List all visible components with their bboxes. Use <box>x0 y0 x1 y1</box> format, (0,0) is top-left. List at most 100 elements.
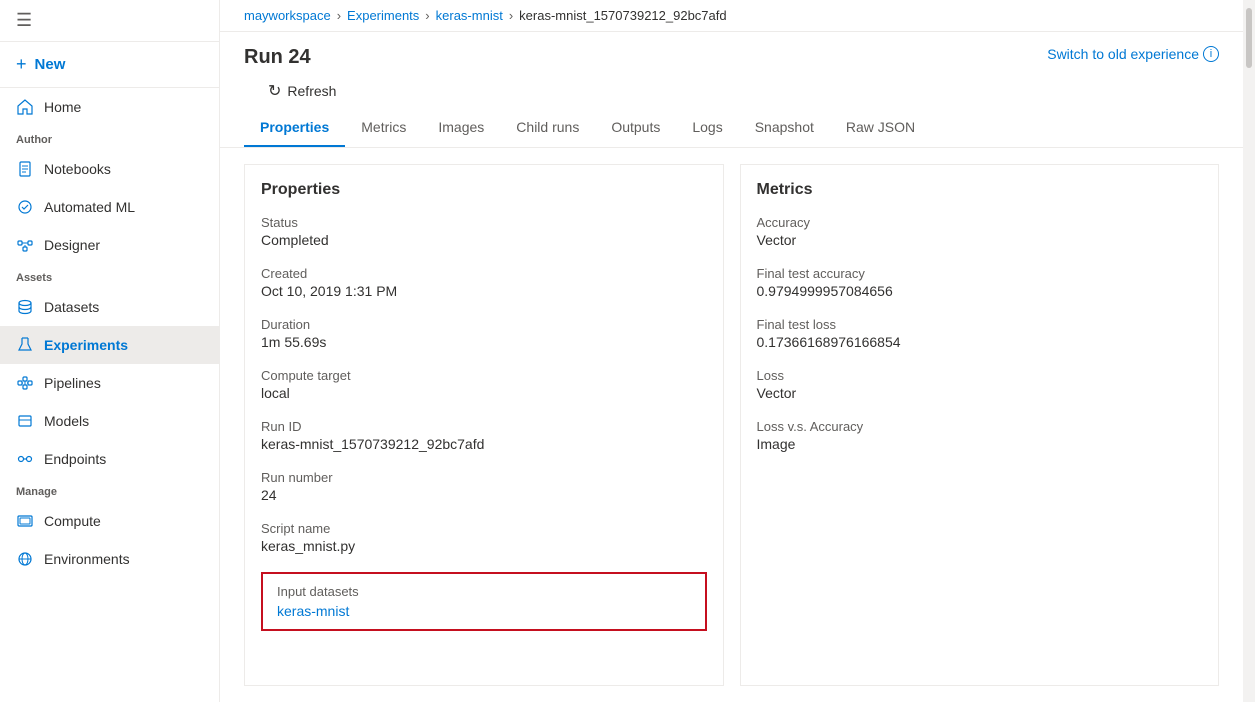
breadcrumb-sep-3: › <box>509 8 513 23</box>
refresh-button[interactable]: ↻ Refresh <box>244 75 360 107</box>
prop-duration-value: 1m 55.69s <box>261 334 707 350</box>
sidebar-item-datasets-label: Datasets <box>44 299 99 315</box>
models-icon <box>16 412 34 430</box>
prop-run-id: Run ID keras-mnist_1570739212_92bc7afd <box>261 419 707 452</box>
refresh-icon: ↻ <box>268 81 281 101</box>
metric-final-test-loss-value: 0.17366168976166854 <box>757 334 1203 350</box>
breadcrumb-sep-2: › <box>425 8 429 23</box>
tab-child-runs[interactable]: Child runs <box>500 109 595 147</box>
prop-run-number-value: 24 <box>261 487 707 503</box>
scrollbar-thumb <box>1246 8 1252 68</box>
metric-final-test-loss: Final test loss 0.17366168976166854 <box>757 317 1203 350</box>
tab-metrics[interactable]: Metrics <box>345 109 422 147</box>
prop-run-number-label: Run number <box>261 470 707 485</box>
prop-status-value: Completed <box>261 232 707 248</box>
sidebar-item-endpoints-label: Endpoints <box>44 451 106 467</box>
metric-final-test-accuracy: Final test accuracy 0.9794999957084656 <box>757 266 1203 299</box>
switch-experience-link[interactable]: Switch to old experience i <box>1047 46 1219 62</box>
plus-icon: + <box>16 54 27 75</box>
sidebar-item-designer-label: Designer <box>44 237 100 253</box>
sidebar-item-models[interactable]: Models <box>0 402 219 440</box>
sidebar-item-home-label: Home <box>44 99 81 115</box>
pipelines-icon <box>16 374 34 392</box>
input-datasets-box: Input datasets keras-mnist <box>261 572 707 631</box>
automated-ml-icon <box>16 198 34 216</box>
endpoints-icon <box>16 450 34 468</box>
breadcrumb-sep-1: › <box>337 8 341 23</box>
prop-created-label: Created <box>261 266 707 281</box>
metric-final-test-accuracy-label: Final test accuracy <box>757 266 1203 281</box>
datasets-icon <box>16 298 34 316</box>
sidebar-item-models-label: Models <box>44 413 89 429</box>
sidebar-item-notebooks-label: Notebooks <box>44 161 111 177</box>
metric-loss-vs-accuracy: Loss v.s. Accuracy Image <box>757 419 1203 452</box>
sidebar-item-compute[interactable]: Compute <box>0 502 219 540</box>
input-datasets-link[interactable]: keras-mnist <box>277 603 349 619</box>
sidebar-item-experiments-label: Experiments <box>44 337 128 353</box>
tab-images[interactable]: Images <box>422 109 500 147</box>
sidebar-item-notebooks[interactable]: Notebooks <box>0 150 219 188</box>
sidebar-toggle[interactable]: ☰ <box>0 0 219 42</box>
author-section-label: Author <box>0 126 219 150</box>
sidebar-item-designer[interactable]: Designer <box>0 226 219 264</box>
tab-logs[interactable]: Logs <box>676 109 738 147</box>
prop-script-name-value: keras_mnist.py <box>261 538 707 554</box>
tab-outputs[interactable]: Outputs <box>595 109 676 147</box>
sidebar-item-pipelines[interactable]: Pipelines <box>0 364 219 402</box>
sidebar-item-automated-ml[interactable]: Automated ML <box>0 188 219 226</box>
switch-experience-label: Switch to old experience <box>1047 46 1199 62</box>
prop-run-id-label: Run ID <box>261 419 707 434</box>
compute-icon <box>16 512 34 530</box>
sidebar-item-experiments[interactable]: Experiments <box>0 326 219 364</box>
metric-loss: Loss Vector <box>757 368 1203 401</box>
sidebar-item-home[interactable]: Home <box>0 88 219 126</box>
sidebar: ☰ + New Home Author Notebooks Automated … <box>0 0 220 702</box>
breadcrumb-keras-mnist[interactable]: keras-mnist <box>436 8 503 23</box>
metric-final-test-loss-label: Final test loss <box>757 317 1203 332</box>
prop-run-number: Run number 24 <box>261 470 707 503</box>
metric-accuracy: Accuracy Vector <box>757 215 1203 248</box>
prop-compute-target-value: local <box>261 385 707 401</box>
prop-compute-target-label: Compute target <box>261 368 707 383</box>
prop-status-label: Status <box>261 215 707 230</box>
right-scrollbar[interactable] <box>1243 0 1255 702</box>
new-button[interactable]: + New <box>0 42 219 88</box>
page-header: Run 24 Switch to old experience i <box>220 32 1243 69</box>
assets-section-label: Assets <box>0 264 219 288</box>
new-button-label: New <box>35 56 66 73</box>
prop-script-name-label: Script name <box>261 521 707 536</box>
content-area: Properties Status Completed Created Oct … <box>220 148 1243 702</box>
experiments-icon <box>16 336 34 354</box>
metrics-panel-title: Metrics <box>757 181 1203 199</box>
sidebar-item-pipelines-label: Pipelines <box>44 375 101 391</box>
prop-duration-label: Duration <box>261 317 707 332</box>
prop-script-name: Script name keras_mnist.py <box>261 521 707 554</box>
tab-raw-json[interactable]: Raw JSON <box>830 109 931 147</box>
metric-loss-vs-accuracy-label: Loss v.s. Accuracy <box>757 419 1203 434</box>
home-icon <box>16 98 34 116</box>
sidebar-item-environments[interactable]: Environments <box>0 540 219 578</box>
tab-snapshot[interactable]: Snapshot <box>739 109 830 147</box>
hamburger-icon: ☰ <box>16 10 32 31</box>
page-title: Run 24 <box>244 46 311 69</box>
input-datasets-label: Input datasets <box>277 584 691 599</box>
sidebar-item-compute-label: Compute <box>44 513 101 529</box>
prop-compute-target: Compute target local <box>261 368 707 401</box>
refresh-label: Refresh <box>287 83 336 99</box>
breadcrumb-experiments[interactable]: Experiments <box>347 8 419 23</box>
info-icon: i <box>1203 46 1219 62</box>
main-content: mayworkspace › Experiments › keras-mnist… <box>220 0 1243 702</box>
metric-final-test-accuracy-value: 0.9794999957084656 <box>757 283 1203 299</box>
breadcrumb-mayworkspace[interactable]: mayworkspace <box>244 8 331 23</box>
sidebar-item-datasets[interactable]: Datasets <box>0 288 219 326</box>
environments-icon <box>16 550 34 568</box>
properties-panel: Properties Status Completed Created Oct … <box>244 164 724 686</box>
prop-duration: Duration 1m 55.69s <box>261 317 707 350</box>
tabs-bar: Properties Metrics Images Child runs Out… <box>220 109 1243 148</box>
prop-created-value: Oct 10, 2019 1:31 PM <box>261 283 707 299</box>
prop-created: Created Oct 10, 2019 1:31 PM <box>261 266 707 299</box>
metrics-panel: Metrics Accuracy Vector Final test accur… <box>740 164 1220 686</box>
notebooks-icon <box>16 160 34 178</box>
tab-properties[interactable]: Properties <box>244 109 345 147</box>
sidebar-item-endpoints[interactable]: Endpoints <box>0 440 219 478</box>
